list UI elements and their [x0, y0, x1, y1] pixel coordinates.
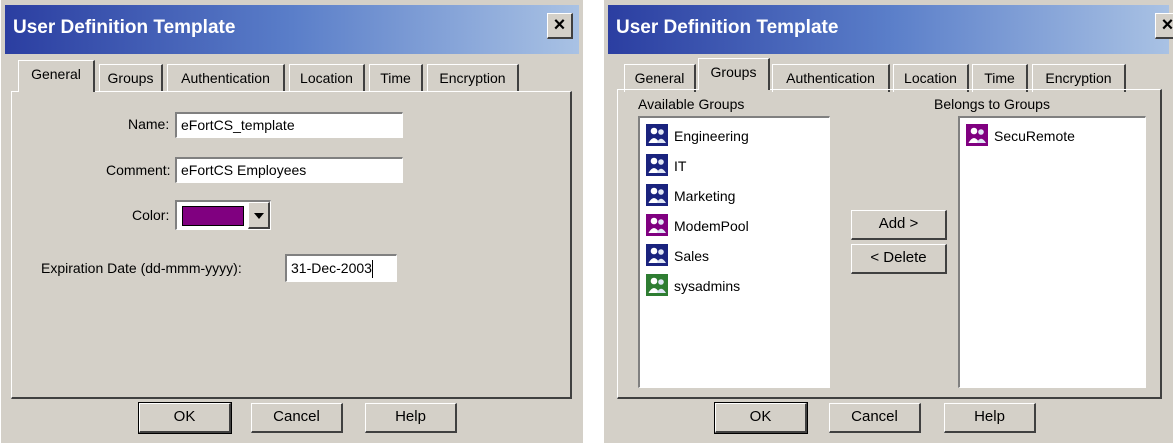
tab-encryption[interactable]: Encryption: [1032, 64, 1126, 92]
tab-encryption[interactable]: Encryption: [427, 64, 519, 92]
tab-general[interactable]: General: [18, 60, 95, 92]
ok-button[interactable]: OK: [138, 402, 232, 434]
belongs-to-groups-label: Belongs to Groups: [934, 96, 1050, 112]
tab-general[interactable]: General: [624, 64, 696, 92]
available-groups-list[interactable]: Engineering IT Marketing ModemPool Sales sysa…: [638, 116, 830, 388]
tab-location[interactable]: Location: [893, 64, 969, 92]
tab-groups[interactable]: Groups: [698, 58, 770, 90]
close-icon: ×: [1161, 14, 1173, 36]
group-icon: [966, 124, 988, 149]
name-field[interactable]: eFortCS_template: [175, 112, 403, 138]
tab-panel: Available Groups Belongs to Groups Engin…: [617, 89, 1162, 399]
help-button[interactable]: Help: [944, 403, 1036, 433]
user-template-dialog-general: User Definition Template × General Group…: [0, 0, 583, 443]
dialog-title: User Definition Template: [13, 17, 236, 38]
available-groups-label: Available Groups: [638, 96, 745, 112]
help-button[interactable]: Help: [365, 403, 457, 433]
group-icon: [646, 214, 668, 239]
group-icon: [646, 244, 668, 269]
close-button[interactable]: ×: [547, 13, 573, 39]
dropdown-arrow-button[interactable]: [248, 202, 270, 229]
dialog-title: User Definition Template: [616, 17, 839, 38]
group-icon: [646, 154, 668, 179]
group-icon: [646, 184, 668, 209]
color-swatch: [182, 206, 244, 226]
close-button[interactable]: ×: [1155, 13, 1173, 39]
list-item-label: SecuRemote: [994, 128, 1075, 144]
cancel-button[interactable]: Cancel: [251, 403, 343, 433]
delete-button[interactable]: < Delete: [851, 244, 947, 274]
add-button[interactable]: Add >: [851, 210, 947, 240]
list-item-label: IT: [674, 158, 687, 174]
text-caret: [371, 260, 373, 279]
tab-time[interactable]: Time: [369, 64, 423, 92]
color-label: Color:: [132, 207, 170, 223]
list-item-label: Engineering: [674, 128, 749, 144]
expiration-date-field[interactable]: 31-Dec-2003: [285, 254, 397, 282]
expiration-date-value: 31-Dec-2003: [291, 260, 372, 276]
close-icon: ×: [553, 14, 566, 36]
list-item-label: Marketing: [674, 188, 736, 204]
tab-groups[interactable]: Groups: [99, 64, 163, 92]
cancel-button[interactable]: Cancel: [829, 403, 921, 433]
title-bar: User Definition Template ×: [5, 5, 579, 54]
group-icon: [646, 124, 668, 149]
chevron-down-icon: [254, 213, 264, 219]
list-item-label: sysadmins: [674, 278, 741, 294]
user-template-dialog-groups: User Definition Template × General Group…: [603, 0, 1173, 443]
title-bar: User Definition Template ×: [608, 5, 1173, 54]
tab-location[interactable]: Location: [289, 64, 365, 92]
list-item-label: Sales: [674, 248, 710, 264]
list-item-label: ModemPool: [674, 218, 749, 234]
name-label: Name:: [128, 116, 170, 132]
color-dropdown[interactable]: [175, 200, 271, 230]
ok-button[interactable]: OK: [714, 402, 808, 434]
comment-label: Comment:: [106, 162, 171, 178]
tab-authentication[interactable]: Authentication: [167, 64, 285, 92]
tab-authentication[interactable]: Authentication: [772, 64, 890, 92]
comment-field[interactable]: eFortCS Employees: [175, 157, 403, 183]
tab-time[interactable]: Time: [972, 64, 1028, 92]
expiration-date-label: Expiration Date (dd-mmm-yyyy):: [41, 260, 242, 276]
tab-panel: Name: eFortCS_template Comment: eFortCS …: [11, 91, 572, 399]
group-icon: [646, 274, 668, 299]
belongs-to-groups-list[interactable]: SecuRemote: [958, 116, 1146, 388]
